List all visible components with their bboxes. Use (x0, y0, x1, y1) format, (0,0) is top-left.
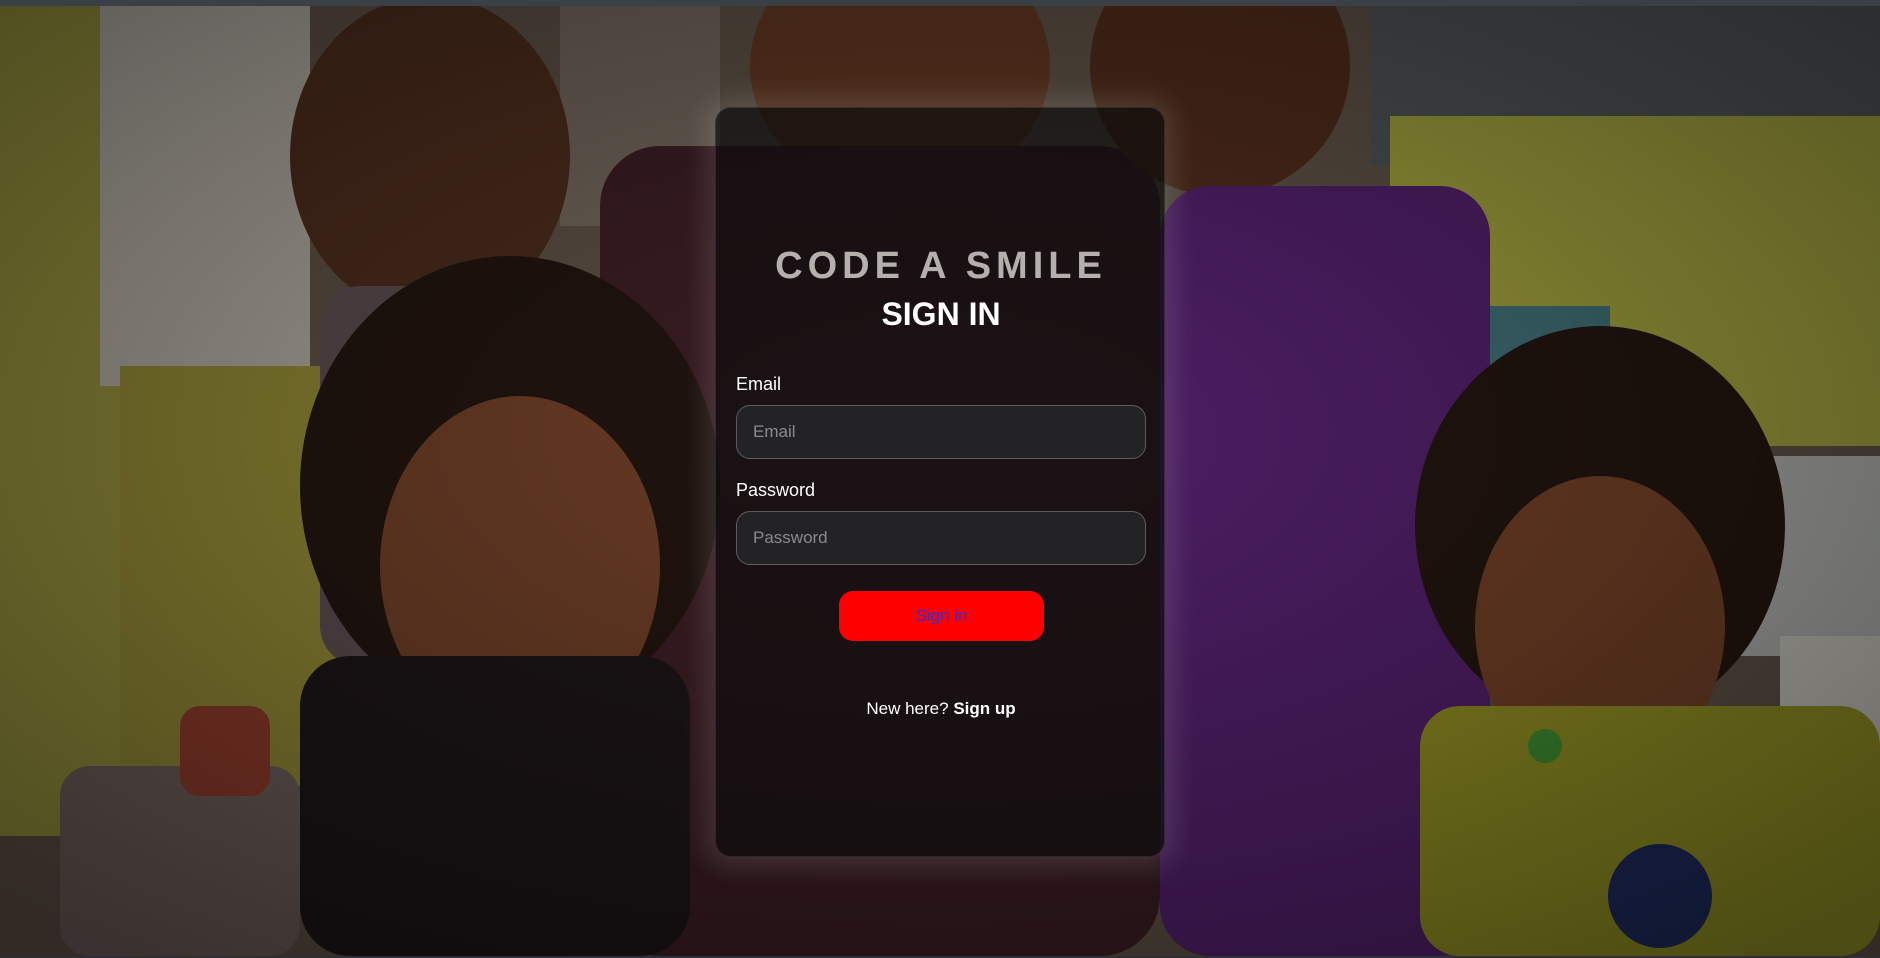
email-label: Email (736, 374, 782, 394)
page-title: SIGN IN (881, 296, 1001, 332)
brand-title: CODE A SMILE (775, 245, 1107, 287)
signup-prompt: New here? Sign up (716, 699, 1166, 719)
password-label: Password (736, 480, 816, 500)
signup-prompt-text: New here? (866, 699, 949, 718)
sign-up-link[interactable]: Sign up (953, 699, 1015, 718)
email-field[interactable] (736, 405, 1146, 459)
sign-in-button[interactable]: Sign in (839, 591, 1044, 641)
password-field[interactable] (736, 511, 1146, 565)
sign-in-card: CODE A SMILE SIGN IN Email Password Sign… (715, 107, 1165, 857)
